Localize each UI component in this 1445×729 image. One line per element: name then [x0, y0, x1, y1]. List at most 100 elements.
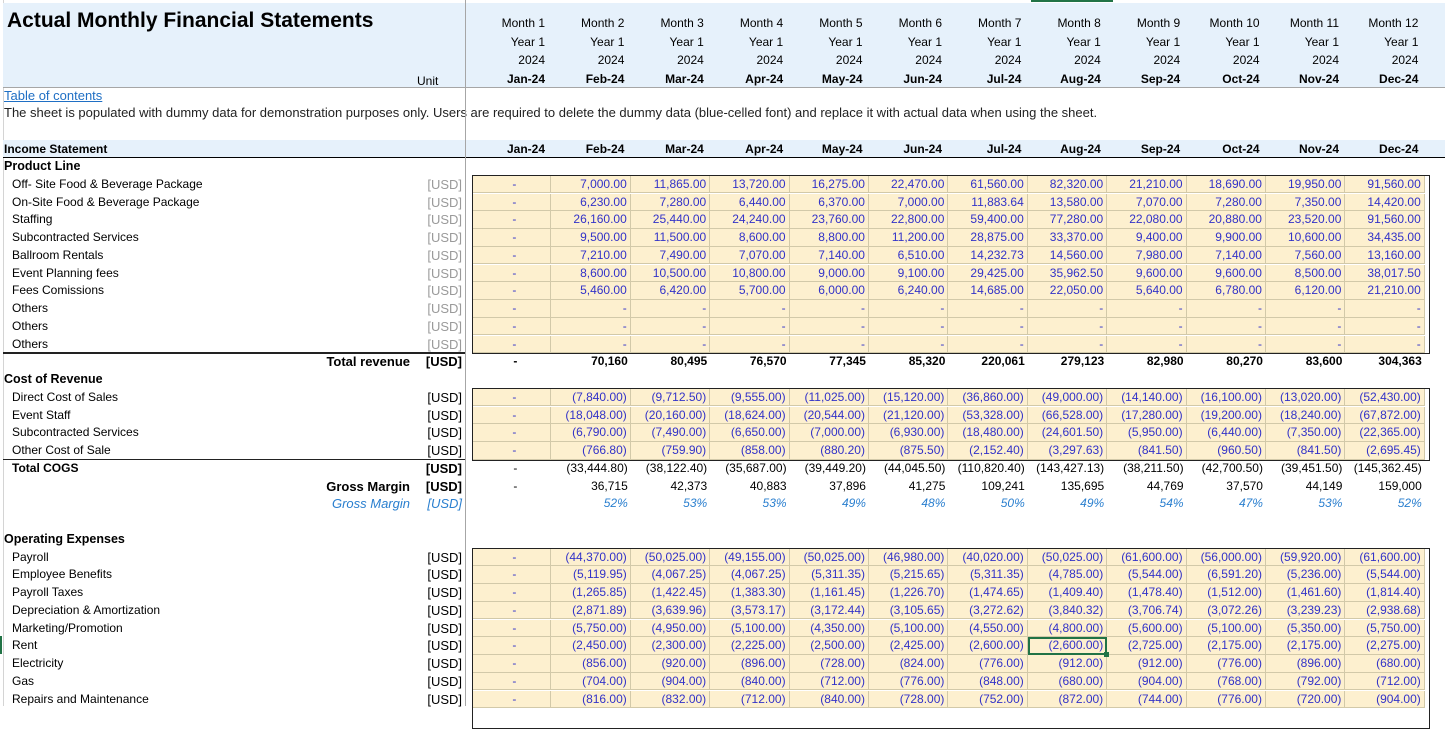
value-cell[interactable]: (5,950.00)	[1107, 424, 1186, 442]
value-cell[interactable]: (856.00)	[551, 655, 630, 673]
value-cell[interactable]: 33,370.00	[1028, 229, 1107, 247]
value-cell[interactable]: -	[472, 211, 551, 229]
value-cell[interactable]: -	[1345, 318, 1424, 336]
value-cell[interactable]: (2,725.00)	[1107, 637, 1186, 655]
value-cell[interactable]: (912.00)	[1107, 655, 1186, 673]
value-cell[interactable]: (16,100.00)	[1187, 389, 1266, 407]
value-cell[interactable]: -	[1107, 300, 1186, 318]
value-cell[interactable]: -	[1187, 336, 1266, 354]
value-cell[interactable]: 6,510.00	[869, 247, 948, 265]
value-cell[interactable]: (728.00)	[790, 655, 869, 673]
value-cell[interactable]: -	[472, 602, 551, 620]
value-cell[interactable]: (792.00)	[1266, 673, 1345, 691]
value-cell[interactable]: 23,760.00	[790, 211, 869, 229]
value-cell[interactable]: -	[1266, 336, 1345, 354]
value-cell[interactable]: (4,067.25)	[631, 566, 710, 584]
value-cell[interactable]: (880.20)	[790, 442, 869, 460]
value-cell[interactable]: 82,320.00	[1028, 176, 1107, 194]
value-cell[interactable]: (17,280.00)	[1107, 407, 1186, 425]
value-cell[interactable]: 35,962.50	[1028, 265, 1107, 283]
value-cell[interactable]: 91,560.00	[1345, 176, 1424, 194]
value-cell[interactable]: -	[631, 318, 710, 336]
value-cell[interactable]: (36,860.00)	[948, 389, 1027, 407]
value-cell[interactable]: (960.50)	[1187, 442, 1266, 460]
value-cell[interactable]: -	[472, 424, 551, 442]
value-cell[interactable]: 34,435.00	[1345, 229, 1424, 247]
value-cell[interactable]: (24,601.50)	[1028, 424, 1107, 442]
value-cell[interactable]: -	[948, 300, 1027, 318]
value-cell[interactable]: (841.50)	[1266, 442, 1345, 460]
value-cell[interactable]: 8,800.00	[790, 229, 869, 247]
value-cell[interactable]: -	[1028, 318, 1107, 336]
value-cell[interactable]: -	[1028, 300, 1107, 318]
value-cell[interactable]: 8,600.00	[551, 265, 630, 283]
value-cell[interactable]: -	[551, 336, 630, 354]
value-cell[interactable]: (19,200.00)	[1187, 407, 1266, 425]
value-cell[interactable]: (904.00)	[1107, 673, 1186, 691]
value-cell[interactable]: 9,400.00	[1107, 229, 1186, 247]
value-cell[interactable]: -	[472, 300, 551, 318]
value-cell[interactable]: (1,226.70)	[869, 584, 948, 602]
value-cell[interactable]: (20,544.00)	[790, 407, 869, 425]
value-cell[interactable]: -	[472, 318, 551, 336]
value-cell[interactable]: (5,100.00)	[1187, 620, 1266, 638]
value-cell[interactable]: (22,365.00)	[1345, 424, 1424, 442]
value-cell[interactable]: -	[790, 318, 869, 336]
value-cell[interactable]: 9,500.00	[551, 229, 630, 247]
value-cell[interactable]: -	[1028, 336, 1107, 354]
value-cell[interactable]: (5,311.35)	[790, 566, 869, 584]
value-cell[interactable]: 21,210.00	[1107, 176, 1186, 194]
value-cell[interactable]: 28,875.00	[948, 229, 1027, 247]
value-cell[interactable]: (766.80)	[551, 442, 630, 460]
value-cell[interactable]: 9,600.00	[1107, 265, 1186, 283]
value-cell[interactable]: (896.00)	[1266, 655, 1345, 673]
value-cell[interactable]: 25,440.00	[631, 211, 710, 229]
value-cell[interactable]: 7,350.00	[1266, 194, 1345, 212]
value-cell[interactable]: (7,350.00)	[1266, 424, 1345, 442]
value-cell[interactable]: -	[631, 336, 710, 354]
value-cell[interactable]: (9,712.50)	[631, 389, 710, 407]
value-cell[interactable]: (4,550.00)	[948, 620, 1027, 638]
value-cell[interactable]: (3,172.44)	[790, 602, 869, 620]
value-cell[interactable]: 11,865.00	[631, 176, 710, 194]
value-cell[interactable]: (4,350.00)	[790, 620, 869, 638]
value-cell[interactable]: (21,120.00)	[869, 407, 948, 425]
value-cell[interactable]: (7,490.00)	[631, 424, 710, 442]
value-cell[interactable]: -	[710, 300, 789, 318]
value-cell[interactable]: 59,400.00	[948, 211, 1027, 229]
value-cell[interactable]: 6,370.00	[790, 194, 869, 212]
value-cell[interactable]: (3,639.96)	[631, 602, 710, 620]
value-cell[interactable]: 19,950.00	[1266, 176, 1345, 194]
value-cell[interactable]: (7,000.00)	[790, 424, 869, 442]
value-cell[interactable]: 14,685.00	[948, 282, 1027, 300]
value-cell[interactable]: (3,105.65)	[869, 602, 948, 620]
value-cell[interactable]: (2,275.00)	[1345, 637, 1424, 655]
value-cell[interactable]: 38,017.50	[1345, 265, 1424, 283]
value-cell[interactable]: (912.00)	[1028, 655, 1107, 673]
value-cell[interactable]: (18,240.00)	[1266, 407, 1345, 425]
value-cell[interactable]: (858.00)	[710, 442, 789, 460]
value-cell[interactable]: 6,230.00	[551, 194, 630, 212]
value-cell[interactable]: (3,573.17)	[710, 602, 789, 620]
value-cell[interactable]: 14,232.73	[948, 247, 1027, 265]
value-cell[interactable]: -	[551, 318, 630, 336]
value-cell[interactable]: 22,080.00	[1107, 211, 1186, 229]
value-cell[interactable]: -	[1107, 336, 1186, 354]
value-cell[interactable]: -	[472, 336, 551, 354]
value-cell[interactable]: (5,119.95)	[551, 566, 630, 584]
value-cell[interactable]: (680.00)	[1028, 673, 1107, 691]
value-cell[interactable]: 9,000.00	[790, 265, 869, 283]
value-cell[interactable]: 7,560.00	[1266, 247, 1345, 265]
value-cell[interactable]: 7,210.00	[551, 247, 630, 265]
value-cell[interactable]: -	[1187, 300, 1266, 318]
value-cell[interactable]: (2,600.00)	[1028, 637, 1107, 655]
value-cell[interactable]: 9,100.00	[869, 265, 948, 283]
value-cell[interactable]: (7,840.00)	[551, 389, 630, 407]
value-cell[interactable]: (848.00)	[948, 673, 1027, 691]
value-cell[interactable]: 8,500.00	[1266, 265, 1345, 283]
value-cell[interactable]: (2,225.00)	[710, 637, 789, 655]
value-cell[interactable]: (1,512.00)	[1187, 584, 1266, 602]
value-cell[interactable]: -	[472, 673, 551, 691]
value-cell[interactable]: 22,800.00	[869, 211, 948, 229]
value-cell[interactable]: 77,280.00	[1028, 211, 1107, 229]
